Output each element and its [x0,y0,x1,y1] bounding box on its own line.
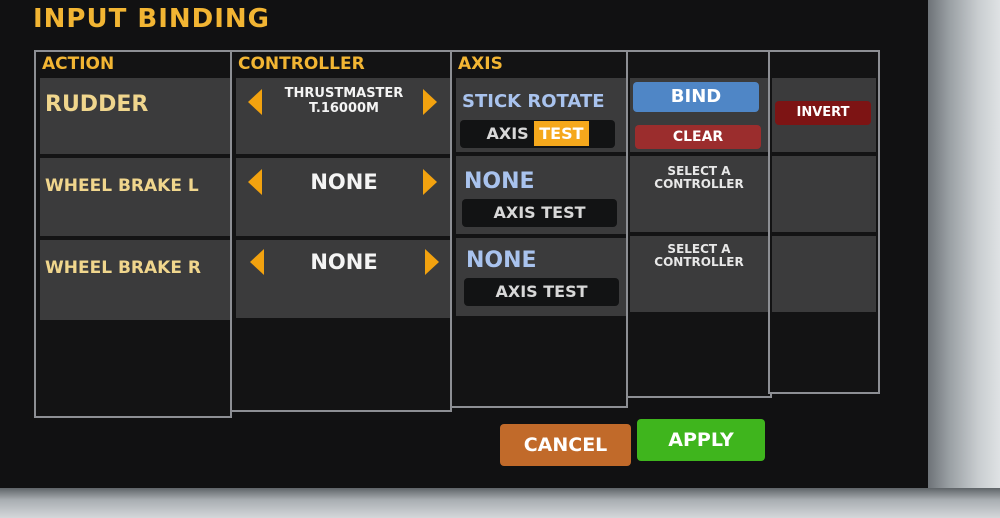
controller-column-header: CONTROLLER [238,54,365,74]
monitor-bezel-right [928,0,1000,518]
monitor-bezel-bottom [0,488,1000,518]
action-label-wheel-brake-l: WHEEL BRAKE L [45,176,199,196]
axis-column-header: AXIS [458,54,503,74]
cancel-button[interactable]: CANCEL [500,424,631,466]
controller-value-wheel-brake-l: NONE [310,170,378,194]
axis-test-highlight: TEST [534,121,589,146]
chevron-right-icon[interactable] [423,169,437,195]
invert-column: INVERT [768,50,880,394]
select-controller-text: SELECT A CONTROLLER [654,242,744,269]
axis-test-button[interactable]: AXIS TEST [464,278,619,306]
bind-column: BIND CLEAR SELECT A CONTROLLER SELECT A … [626,50,772,398]
action-column-header: ACTION [42,54,115,74]
axis-value-wheel-brake-r: NONE [466,248,537,273]
table-row [40,158,230,236]
controller-column: CONTROLLER THRUSTMASTER T.16000M NONE NO… [230,50,452,412]
axis-test-label: AXIS [486,124,535,143]
axis-test-button[interactable]: AXIS TEST [460,120,615,148]
action-label-rudder: RUDDER [45,92,149,117]
controller-value-wheel-brake-r: NONE [310,250,378,274]
chevron-left-icon[interactable] [250,249,264,275]
input-binding-panel: INPUT BINDING ACTION RUDDER WHEEL BRAKE … [0,0,934,492]
axis-value-rudder: STICK ROTATE [462,91,605,112]
chevron-left-icon[interactable] [248,89,262,115]
axis-column: AXIS STICK ROTATE AXIS TEST NONE AXIS TE… [450,50,628,408]
chevron-right-icon[interactable] [425,249,439,275]
apply-button[interactable]: APPLY [637,419,765,461]
page-title: INPUT BINDING [33,4,270,34]
chevron-left-icon[interactable] [248,169,262,195]
axis-value-wheel-brake-l: NONE [464,169,535,194]
controller-value-rudder: THRUSTMASTER T.16000M [284,86,404,116]
table-row [40,240,230,320]
chevron-right-icon[interactable] [423,89,437,115]
table-row [772,236,876,312]
clear-button[interactable]: CLEAR [635,125,761,149]
table-row [772,156,876,232]
bind-button[interactable]: BIND [633,82,759,112]
select-controller-text: SELECT A CONTROLLER [654,164,744,191]
action-column: ACTION RUDDER WHEEL BRAKE L WHEEL BRAKE … [34,50,232,418]
invert-button[interactable]: INVERT [775,101,871,125]
action-label-wheel-brake-r: WHEEL BRAKE R [45,258,201,278]
axis-test-button[interactable]: AXIS TEST [462,199,617,227]
